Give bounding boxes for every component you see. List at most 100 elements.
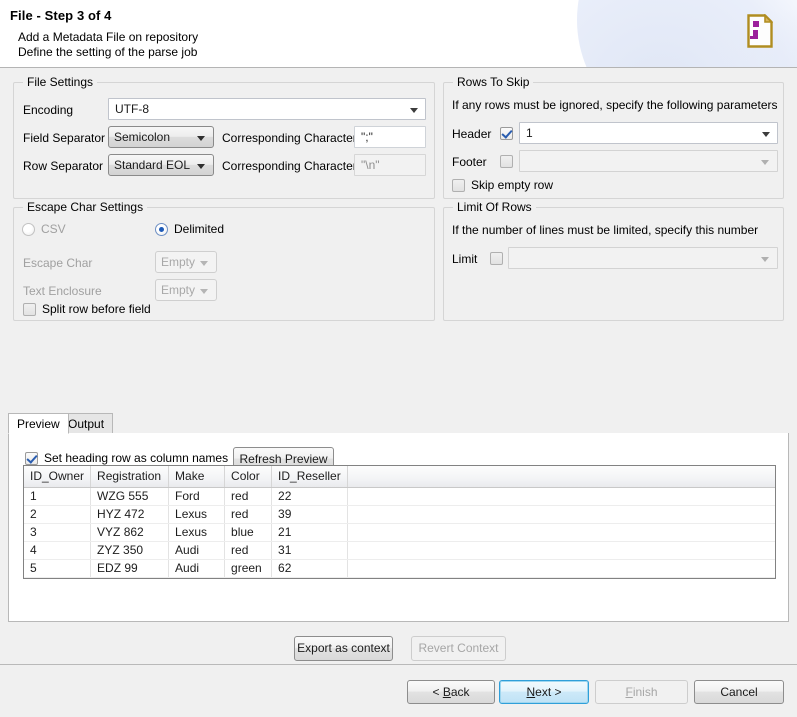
file-settings-group-title: File Settings xyxy=(23,75,98,89)
cell-registration: ZYZ 350 xyxy=(90,541,170,560)
export-as-context-label: Export as context xyxy=(297,641,390,655)
cell-color: red xyxy=(224,487,273,506)
preview-table-grid: ID_Owner Registration Make Color ID_Rese… xyxy=(24,466,775,578)
chevron-down-icon xyxy=(200,289,208,294)
chevron-down-icon xyxy=(197,164,205,169)
row-separator-char-value: "\n" xyxy=(361,158,380,172)
split-row-label: Split row before field xyxy=(42,302,151,316)
cell-id-reseller: 31 xyxy=(271,541,348,560)
header-rows-combo[interactable]: 1 xyxy=(519,122,778,144)
encoding-combo[interactable]: UTF-8 xyxy=(108,98,426,120)
chevron-down-icon xyxy=(197,136,205,141)
footer-checkbox[interactable] xyxy=(500,155,513,168)
header-checkbox[interactable] xyxy=(500,127,513,140)
limit-of-rows-group-title: Limit Of Rows xyxy=(453,200,536,214)
delimited-radio[interactable] xyxy=(155,223,168,236)
column-header-id-reseller[interactable]: ID_Reseller xyxy=(271,466,348,488)
export-as-context-button[interactable]: Export as context xyxy=(294,636,393,661)
chevron-down-icon xyxy=(761,160,769,165)
preview-tab-folder: Preview Output Set heading row as column… xyxy=(8,413,789,622)
tab-strip: Preview Output xyxy=(8,413,789,434)
table-row[interactable]: 2 HYZ 472 Lexus red 39 xyxy=(24,505,775,524)
header-rows-value: 1 xyxy=(526,126,533,140)
preview-tab-body: Set heading row as column names Refresh … xyxy=(8,433,789,622)
field-separator-combo-value: Semicolon xyxy=(114,130,171,144)
skip-empty-row-label: Skip empty row xyxy=(471,178,554,192)
column-header-color[interactable]: Color xyxy=(224,466,273,488)
field-separator-char-field[interactable]: ";" xyxy=(354,126,426,148)
finish-button: Finish xyxy=(595,680,688,704)
cell-filler xyxy=(347,487,775,506)
limit-of-rows-description: If the number of lines must be limited, … xyxy=(452,223,759,237)
refresh-preview-button-label: Refresh Preview xyxy=(239,452,328,466)
preview-table[interactable]: ID_Owner Registration Make Color ID_Rese… xyxy=(23,465,776,579)
text-enclosure-combo: Empty xyxy=(155,279,217,301)
tab-preview[interactable]: Preview xyxy=(8,413,69,434)
cell-color: green xyxy=(224,559,273,578)
next-button[interactable]: Next > xyxy=(499,680,589,704)
table-row[interactable]: 4 ZYZ 350 Audi red 31 xyxy=(24,541,775,560)
cell-registration: VYZ 862 xyxy=(90,523,170,542)
row-separator-label: Row Separator xyxy=(23,159,104,173)
limit-of-rows-group: Limit Of Rows If the number of lines mus… xyxy=(443,200,784,321)
table-row[interactable]: 1 WZG 555 Ford red 22 xyxy=(24,487,775,506)
csv-radio[interactable] xyxy=(22,223,35,236)
heading-row-label: Set heading row as column names xyxy=(44,451,229,465)
chevron-down-icon xyxy=(761,257,769,262)
limit-checkbox[interactable] xyxy=(490,252,503,265)
page-subtitle-line2: Define the setting of the parse job xyxy=(18,45,198,59)
cell-registration: WZG 555 xyxy=(90,487,170,506)
column-header-make[interactable]: Make xyxy=(168,466,226,488)
split-row-checkbox[interactable] xyxy=(23,303,36,316)
table-row[interactable]: 5 EDZ 99 Audi green 62 xyxy=(24,559,775,578)
wizard-footer: < Back Next > Finish Cancel xyxy=(0,664,797,717)
cell-color: red xyxy=(224,541,273,560)
cell-registration: HYZ 472 xyxy=(90,505,170,524)
page-title-separator: - xyxy=(32,8,45,23)
file-settings-group: File Settings Encoding UTF-8 Field Separ… xyxy=(13,75,435,199)
heading-row-checkbox[interactable] xyxy=(25,452,38,465)
text-enclosure-combo-value: Empty xyxy=(161,283,196,297)
wizard-header: File - Step 3 of 4 Add a Metadata File o… xyxy=(0,0,797,68)
cell-make: Ford xyxy=(168,487,226,506)
field-separator-combo[interactable]: Semicolon xyxy=(108,126,214,148)
metadata-file-icon xyxy=(747,14,773,48)
row-separator-char-field: "\n" xyxy=(354,154,426,176)
escape-char-settings-group: Escape Char Settings CSV Delimited Escap… xyxy=(13,200,435,321)
cancel-button-label: Cancel xyxy=(720,685,758,699)
limit-label: Limit xyxy=(452,252,478,266)
limit-value-combo xyxy=(508,247,778,269)
encoding-combo-value: UTF-8 xyxy=(115,102,149,116)
cell-id-reseller: 62 xyxy=(271,559,348,578)
row-separator-char-label: Corresponding Character xyxy=(222,159,357,173)
cell-filler xyxy=(347,523,775,542)
tab-output-label: Output xyxy=(68,417,105,431)
chevron-down-icon xyxy=(200,261,208,266)
cancel-button[interactable]: Cancel xyxy=(694,680,784,704)
table-row[interactable]: 3 VYZ 862 Lexus blue 21 xyxy=(24,523,775,542)
cell-make: Lexus xyxy=(168,505,226,524)
cell-make: Audi xyxy=(168,541,226,560)
row-separator-combo[interactable]: Standard EOL xyxy=(108,154,214,176)
wizard-content: File Settings Encoding UTF-8 Field Separ… xyxy=(0,68,797,664)
column-header-id-owner[interactable]: ID_Owner xyxy=(24,466,92,488)
csv-radio-label: CSV xyxy=(41,222,66,236)
field-separator-char-label: Corresponding Character xyxy=(222,131,357,145)
page-title-main: File xyxy=(10,8,33,23)
chevron-down-icon xyxy=(410,108,418,113)
skip-empty-row-checkbox[interactable] xyxy=(452,179,465,192)
cell-color: red xyxy=(224,505,273,524)
cell-make: Lexus xyxy=(168,523,226,542)
revert-context-button: Revert Context xyxy=(411,636,506,661)
field-separator-char-value: ";" xyxy=(361,130,373,144)
row-separator-combo-value: Standard EOL xyxy=(114,158,191,172)
cell-id-owner: 4 xyxy=(24,541,92,560)
header-label: Header xyxy=(452,127,492,141)
back-button[interactable]: < Back xyxy=(407,680,495,704)
field-separator-label: Field Separator xyxy=(23,131,106,145)
cell-registration: EDZ 99 xyxy=(90,559,170,578)
column-header-registration[interactable]: Registration xyxy=(90,466,170,488)
column-header-filler xyxy=(347,466,775,488)
escape-char-combo: Empty xyxy=(155,251,217,273)
cell-filler xyxy=(347,541,775,560)
